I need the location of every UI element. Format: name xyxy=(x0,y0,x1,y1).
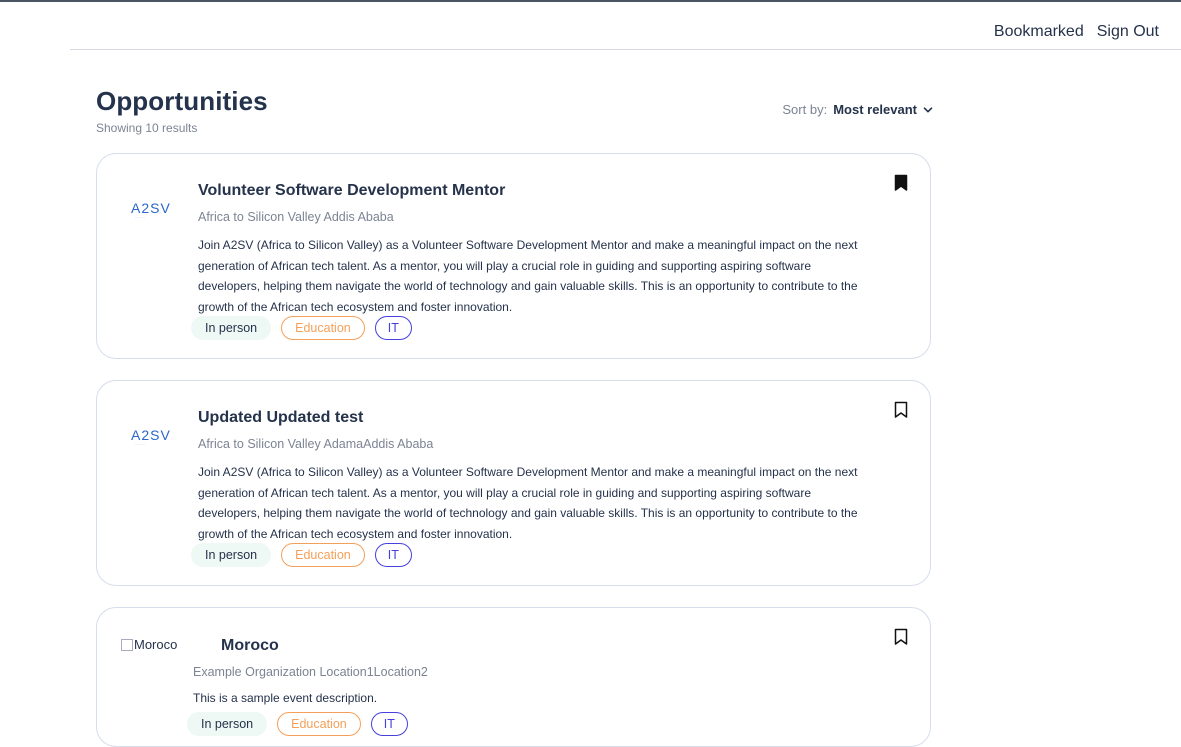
svg-text:A2SV: A2SV xyxy=(131,200,171,216)
tag-in-person: In person xyxy=(191,316,272,340)
card-subtitle: Africa to Silicon Valley AdamaAddis Abab… xyxy=(198,437,434,451)
card-description: This is a sample event description. xyxy=(193,691,378,705)
opportunity-card[interactable]: Moroco Moroco Example Organization Locat… xyxy=(96,607,931,747)
tag-in-person: In person xyxy=(191,543,272,567)
card-subtitle: Example Organization Location1Location2 xyxy=(193,665,428,679)
broken-image-icon xyxy=(121,638,133,651)
tag-it: IT xyxy=(374,316,412,340)
tag-it: IT xyxy=(374,543,412,567)
card-description: Join A2SV (Africa to Silicon Valley) as … xyxy=(198,238,858,314)
chevron-down-icon[interactable] xyxy=(923,105,933,115)
card-subtitle: Africa to Silicon Valley Addis Ababa xyxy=(198,210,394,224)
svg-text:.........: ......... xyxy=(135,442,145,446)
sign-out-link[interactable]: Sign Out xyxy=(1097,23,1159,41)
bookmark-filled-icon[interactable] xyxy=(894,174,908,192)
broken-image-logo: Moroco xyxy=(121,637,177,652)
tag-list: In person Education IT xyxy=(191,316,412,340)
a2sv-logo: A2SV ......... xyxy=(131,427,179,447)
a2sv-logo: A2SV ......... xyxy=(131,200,179,220)
bookmarked-link[interactable]: Bookmarked xyxy=(994,23,1084,41)
results-count: Showing 10 results xyxy=(96,121,198,135)
tag-it: IT xyxy=(370,712,408,736)
tag-list: In person Education IT xyxy=(191,543,412,567)
tag-education: Education xyxy=(281,543,365,567)
logo-alt-text: Moroco xyxy=(134,637,178,652)
card-title[interactable]: Moroco xyxy=(221,637,279,655)
opportunity-card[interactable]: A2SV ......... Updated Updated test Afri… xyxy=(96,380,931,586)
sort-label: Sort by: xyxy=(782,102,828,117)
svg-text:A2SV: A2SV xyxy=(131,427,171,443)
opportunity-card[interactable]: A2SV ......... Volunteer Software Develo… xyxy=(96,153,931,359)
tag-education: Education xyxy=(277,712,361,736)
card-title[interactable]: Volunteer Software Development Mentor xyxy=(198,182,505,200)
card-title[interactable]: Updated Updated test xyxy=(198,409,363,427)
tag-education: Education xyxy=(281,316,365,340)
bookmark-outline-icon[interactable] xyxy=(894,401,908,419)
navbar: Bookmarked Sign Out xyxy=(70,2,1181,50)
card-description: Join A2SV (Africa to Silicon Valley) as … xyxy=(198,465,858,541)
tag-in-person: In person xyxy=(187,712,268,736)
nav-links: Bookmarked Sign Out xyxy=(994,23,1159,41)
sort-dropdown[interactable]: Most relevant xyxy=(833,102,917,117)
svg-text:.........: ......... xyxy=(135,215,145,219)
tag-list: In person Education IT xyxy=(187,712,408,736)
bookmark-outline-icon[interactable] xyxy=(894,628,908,646)
sort-control[interactable]: Sort by: Most relevant xyxy=(782,102,933,117)
page-title: Opportunities xyxy=(96,86,268,116)
